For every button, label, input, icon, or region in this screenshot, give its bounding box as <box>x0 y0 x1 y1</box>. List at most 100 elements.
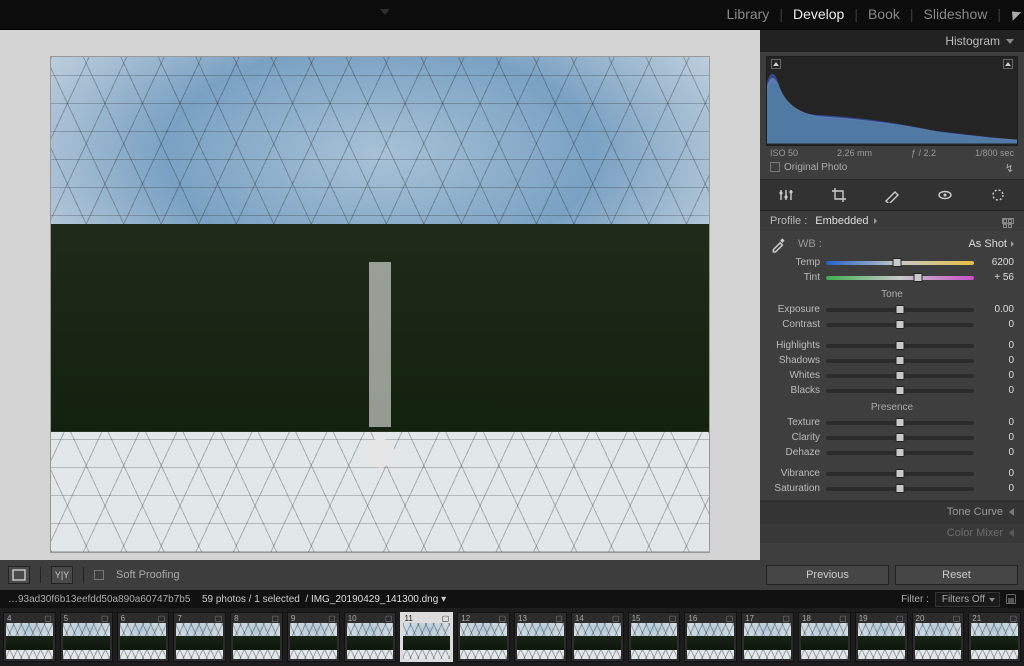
slider-clarity[interactable]: Clarity 0 <box>770 432 1014 443</box>
thumb-flag-icon[interactable]: ▢ <box>953 614 961 623</box>
slider-thumb[interactable] <box>896 433 905 442</box>
edit-sliders-icon[interactable] <box>777 186 795 204</box>
slider-value[interactable]: 0 <box>980 385 1014 396</box>
mask-icon[interactable] <box>989 186 1007 204</box>
slider-track[interactable] <box>826 374 974 378</box>
module-slideshow[interactable]: Slideshow <box>924 6 988 22</box>
thumb-flag-icon[interactable]: ▢ <box>726 614 734 623</box>
filmstrip-thumb[interactable]: 15 ▢ <box>628 612 681 662</box>
slider-track[interactable] <box>826 308 974 312</box>
redeye-icon[interactable] <box>936 186 954 204</box>
slider-tint[interactable]: Tint + 56 <box>770 272 1014 283</box>
slider-contrast[interactable]: Contrast 0 <box>770 319 1014 330</box>
slider-track[interactable] <box>826 487 974 491</box>
module-library[interactable]: Library <box>727 6 770 22</box>
slider-thumb[interactable] <box>896 469 905 478</box>
filmstrip-thumb[interactable]: 21 ▢ <box>968 612 1021 662</box>
filmstrip-thumb[interactable]: 14 ▢ <box>571 612 624 662</box>
slider-track[interactable] <box>826 261 974 265</box>
slider-highlights[interactable]: Highlights 0 <box>770 340 1014 351</box>
panel-collapse-caret-icon[interactable] <box>380 9 390 15</box>
slider-thumb[interactable] <box>913 273 922 282</box>
slider-value[interactable]: 0 <box>980 340 1014 351</box>
histogram-header[interactable]: Histogram <box>760 30 1024 52</box>
thumb-flag-icon[interactable]: ▢ <box>555 614 563 623</box>
filmstrip-thumb[interactable]: 17 ▢ <box>741 612 794 662</box>
wb-eyedropper-icon[interactable] <box>770 235 788 253</box>
slider-vibrance[interactable]: Vibrance 0 <box>770 468 1014 479</box>
slider-value[interactable]: 0 <box>980 483 1014 494</box>
slider-thumb[interactable] <box>896 418 905 427</box>
slider-temp[interactable]: Temp 6200 <box>770 257 1014 268</box>
filmstrip[interactable]: 4 ▢ 5 ▢ 6 ▢ 7 ▢ 8 ▢ 9 ▢ 10 ▢ 11 ▢ 12 ▢ 1… <box>0 608 1024 666</box>
thumb-flag-icon[interactable]: ▢ <box>839 614 847 623</box>
filter-lock-icon[interactable] <box>1006 594 1016 604</box>
thumb-flag-icon[interactable]: ▢ <box>44 614 52 623</box>
heal-brush-icon[interactable] <box>883 186 901 204</box>
filmstrip-thumb[interactable]: 8 ▢ <box>230 612 283 662</box>
soft-proof-checkbox[interactable] <box>94 570 104 580</box>
slider-thumb[interactable] <box>896 341 905 350</box>
filmstrip-thumb[interactable]: 19 ▢ <box>855 612 908 662</box>
filmstrip-thumb[interactable]: 10 ▢ <box>344 612 397 662</box>
slider-track[interactable] <box>826 344 974 348</box>
filmstrip-thumb[interactable]: 20 ▢ <box>912 612 965 662</box>
slider-thumb[interactable] <box>896 371 905 380</box>
module-book[interactable]: Book <box>868 6 900 22</box>
profile-select[interactable]: Embedded <box>815 215 878 227</box>
compare-yy-button[interactable]: Y|Y <box>51 566 73 584</box>
thumb-flag-icon[interactable]: ▢ <box>669 614 677 623</box>
filmstrip-thumb[interactable]: 11 ▢ <box>400 612 453 662</box>
thumb-flag-icon[interactable]: ▢ <box>385 614 393 623</box>
thumb-flag-icon[interactable]: ▢ <box>498 614 506 623</box>
slider-value[interactable]: 0 <box>980 417 1014 428</box>
thumb-flag-icon[interactable]: ▢ <box>101 614 109 623</box>
slider-track[interactable] <box>826 451 974 455</box>
current-filename[interactable]: IMG_20190429_141300.dng <box>311 594 438 605</box>
slider-track[interactable] <box>826 436 974 440</box>
slider-track[interactable] <box>826 359 974 363</box>
slider-shadows[interactable]: Shadows 0 <box>770 355 1014 366</box>
slider-thumb[interactable] <box>893 258 902 267</box>
slider-exposure[interactable]: Exposure 0.00 <box>770 304 1014 315</box>
slider-saturation[interactable]: Saturation 0 <box>770 483 1014 494</box>
slider-value[interactable]: 0 <box>980 468 1014 479</box>
slider-value[interactable]: 0.00 <box>980 304 1014 315</box>
slider-value[interactable]: + 56 <box>980 272 1014 283</box>
slider-value[interactable]: 6200 <box>980 257 1014 268</box>
filmstrip-thumb[interactable]: 5 ▢ <box>60 612 113 662</box>
filmstrip-thumb[interactable]: 4 ▢ <box>3 612 56 662</box>
filter-select[interactable]: Filters Off <box>935 592 1000 607</box>
thumb-flag-icon[interactable]: ▢ <box>271 614 279 623</box>
slider-thumb[interactable] <box>896 386 905 395</box>
slider-thumb[interactable] <box>896 320 905 329</box>
slider-blacks[interactable]: Blacks 0 <box>770 385 1014 396</box>
slider-thumb[interactable] <box>896 305 905 314</box>
profile-browser-icon[interactable] <box>1002 218 1014 224</box>
filmstrip-thumb[interactable]: 12 ▢ <box>457 612 510 662</box>
slider-value[interactable]: 0 <box>980 447 1014 458</box>
slider-thumb[interactable] <box>896 356 905 365</box>
thumb-flag-icon[interactable]: ▢ <box>782 614 790 623</box>
thumb-flag-icon[interactable]: ▢ <box>215 614 223 623</box>
module-develop[interactable]: Develop <box>793 6 844 22</box>
wb-mode-select[interactable]: As Shot <box>968 238 1014 250</box>
slider-value[interactable]: 0 <box>980 370 1014 381</box>
crop-icon[interactable] <box>830 186 848 204</box>
bolt-icon[interactable]: ↯ <box>1005 162 1014 175</box>
filmstrip-thumb[interactable]: 16 ▢ <box>684 612 737 662</box>
thumb-flag-icon[interactable]: ▢ <box>612 614 620 623</box>
module-more-icon[interactable] <box>1008 7 1021 20</box>
thumb-flag-icon[interactable]: ▢ <box>158 614 166 623</box>
slider-value[interactable]: 0 <box>980 432 1014 443</box>
slider-track[interactable] <box>826 323 974 327</box>
slider-track[interactable] <box>826 389 974 393</box>
previous-button[interactable]: Previous <box>766 565 889 585</box>
slider-dehaze[interactable]: Dehaze 0 <box>770 447 1014 458</box>
slider-thumb[interactable] <box>896 448 905 457</box>
preview-canvas[interactable] <box>0 30 760 560</box>
slider-texture[interactable]: Texture 0 <box>770 417 1014 428</box>
original-photo-checkbox[interactable] <box>770 162 780 172</box>
thumb-flag-icon[interactable]: ▢ <box>896 614 904 623</box>
filmstrip-thumb[interactable]: 9 ▢ <box>287 612 340 662</box>
